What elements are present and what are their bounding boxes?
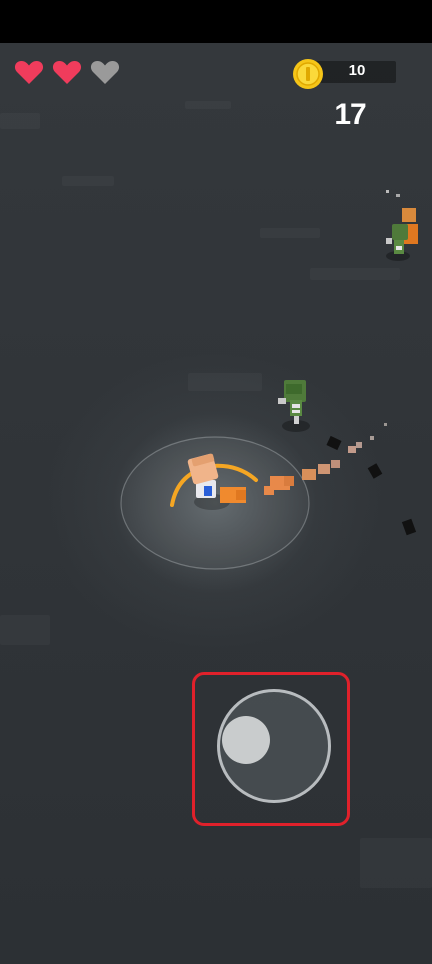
heart-icon bbox=[14, 61, 44, 84]
joystick-knob[interactable] bbox=[222, 716, 270, 764]
score-counter: 17 bbox=[334, 98, 366, 131]
heart-icon bbox=[52, 61, 82, 84]
zombie-enemy bbox=[386, 208, 418, 261]
coin-count: 10 bbox=[348, 62, 366, 79]
zombie-enemy bbox=[278, 380, 310, 432]
heart-empty-icon bbox=[90, 61, 120, 84]
coin-counter: 10 bbox=[292, 58, 396, 89]
coin-icon bbox=[293, 59, 323, 89]
lives-indicator bbox=[14, 58, 120, 86]
